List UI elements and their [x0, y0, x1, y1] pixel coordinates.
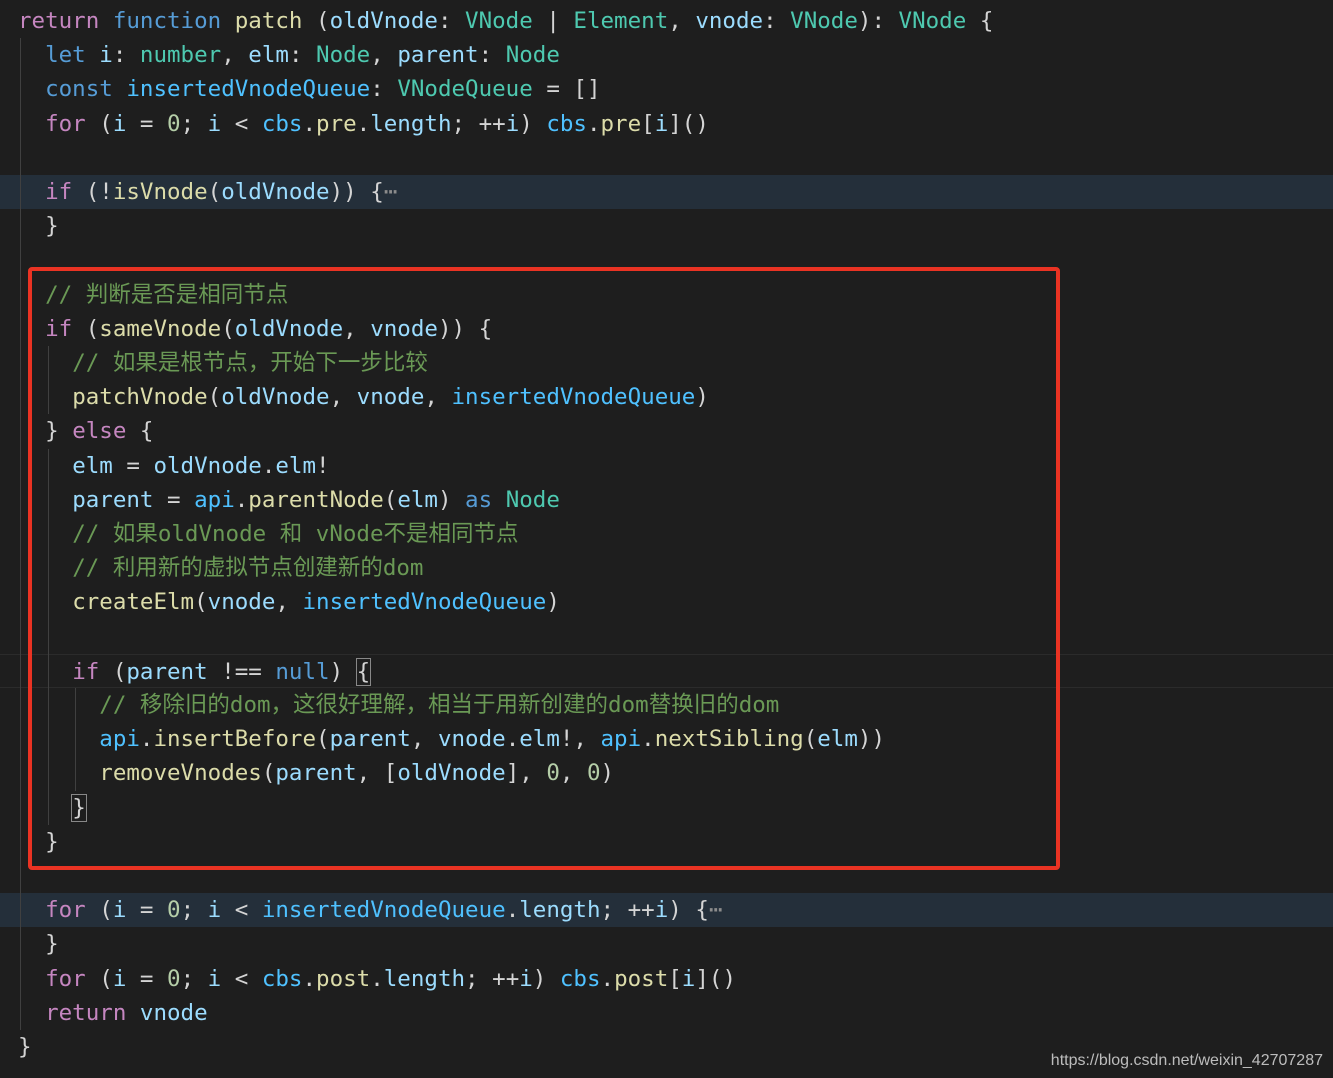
folded-region-ellipsis[interactable]: ⋯	[384, 179, 398, 205]
folded-region-ellipsis[interactable]: ⋯	[709, 897, 723, 923]
code-line[interactable]: api.insertBefore(parent, vnode.elm!, api…	[0, 722, 1333, 756]
code-line-text: } else {	[45, 418, 154, 445]
watermark: https://blog.csdn.net/weixin_42707287	[1050, 1052, 1323, 1069]
indent-guide	[20, 38, 21, 1030]
code-line[interactable]: // 如果是根节点，开始下一步比较	[0, 346, 1333, 380]
code-line[interactable]: }	[0, 209, 1333, 243]
code-line-text: return vnode	[45, 999, 208, 1026]
code-line[interactable]: for (i = 0; i < cbs.post.length; ++i) cb…	[0, 962, 1333, 996]
code-line[interactable]: const insertedVnodeQueue: VNodeQueue = […	[0, 72, 1333, 106]
code-line-text: removeVnodes(parent, [oldVnode], 0, 0)	[99, 760, 615, 787]
code-line[interactable]: parent = api.parentNode(elm) as Node	[0, 483, 1333, 517]
code-line-text: for (i = 0; i < cbs.post.length; ++i) cb…	[45, 965, 736, 992]
code-line-text: parent = api.parentNode(elm) as Node	[72, 486, 560, 513]
code-line[interactable]: if (!isVnode(oldVnode)) {⋯	[0, 175, 1333, 210]
code-line-text: elm = oldVnode.elm!	[72, 452, 330, 479]
code-line-text: // 利用新的虚拟节点创建新的dom	[72, 555, 424, 582]
code-line-text: }	[45, 213, 59, 240]
code-line-text: return function patch (oldVnode: VNode |…	[18, 8, 994, 34]
code-line-text: if (sameVnode(oldVnode, vnode)) {	[45, 315, 493, 342]
code-line[interactable]: return vnode	[0, 996, 1333, 1030]
code-line-text: // 移除旧的dom，这很好理解，相当于用新创建的dom替换旧的dom	[99, 692, 780, 718]
code-line[interactable]: createElm(vnode, insertedVnodeQueue)	[0, 585, 1333, 619]
code-line[interactable]: }	[0, 927, 1333, 961]
code-line-text: for (i = 0; i < insertedVnodeQueue.lengt…	[45, 897, 723, 924]
code-line[interactable]: for (i = 0; i < insertedVnodeQueue.lengt…	[0, 893, 1333, 928]
code-line-text: let i: number, elm: Node, parent: Node	[45, 42, 560, 69]
code-line-text: const insertedVnodeQueue: VNodeQueue = […	[45, 76, 601, 103]
code-editor[interactable]: return function patch (oldVnode: VNode |…	[0, 0, 1333, 1078]
code-line[interactable]: for (i = 0; i < cbs.pre.length; ++i) cbs…	[0, 107, 1333, 141]
code-line[interactable]: if (sameVnode(oldVnode, vnode)) {	[0, 312, 1333, 346]
code-line[interactable]: return function patch (oldVnode: VNode |…	[0, 4, 1333, 38]
code-line[interactable]: if (parent !== null) {	[0, 653, 1333, 688]
code-line-text: for (i = 0; i < cbs.pre.length; ++i) cbs…	[45, 110, 709, 137]
code-line[interactable]: } else {	[0, 414, 1333, 448]
indent-guide	[47, 448, 49, 825]
code-line[interactable]: // 判断是否是相同节点	[0, 278, 1333, 312]
indent-guide	[75, 688, 77, 791]
code-line-text: // 如果oldVnode 和 vNode不是相同节点	[72, 521, 519, 547]
code-line[interactable]: }	[0, 791, 1333, 825]
code-line[interactable]	[0, 859, 1333, 893]
code-line-text: }	[45, 828, 59, 855]
code-line-text: // 判断是否是相同节点	[45, 281, 289, 308]
code-line-text: patchVnode(oldVnode, vnode, insertedVnod…	[72, 384, 709, 411]
code-line-text: api.insertBefore(parent, vnode.elm!, api…	[99, 726, 885, 753]
code-line-text: }	[18, 1034, 32, 1060]
code-line[interactable]: }	[0, 825, 1333, 859]
code-line-text: if (parent !== null) {	[72, 657, 372, 686]
code-line[interactable]: elm = oldVnode.elm!	[0, 449, 1333, 483]
code-line[interactable]: // 移除旧的dom，这很好理解，相当于用新创建的dom替换旧的dom	[0, 688, 1333, 722]
code-line[interactable]: removeVnodes(parent, [oldVnode], 0, 0)	[0, 756, 1333, 790]
code-line[interactable]	[0, 620, 1333, 654]
code-line[interactable]: // 利用新的虚拟节点创建新的dom	[0, 551, 1333, 585]
code-line-text: }	[45, 931, 59, 958]
code-line[interactable]	[0, 141, 1333, 175]
code-line[interactable]: // 如果oldVnode 和 vNode不是相同节点	[0, 517, 1333, 551]
indent-guide	[47, 346, 49, 415]
code-line-text: createElm(vnode, insertedVnodeQueue)	[72, 589, 560, 616]
code-line[interactable]	[0, 243, 1333, 277]
code-line-text: // 如果是根节点，开始下一步比较	[72, 350, 428, 376]
code-line-text: }	[71, 793, 87, 822]
code-line[interactable]: let i: number, elm: Node, parent: Node	[0, 38, 1333, 72]
code-line-text: if (!isVnode(oldVnode)) {⋯	[45, 179, 398, 205]
code-line[interactable]: patchVnode(oldVnode, vnode, insertedVnod…	[0, 380, 1333, 414]
